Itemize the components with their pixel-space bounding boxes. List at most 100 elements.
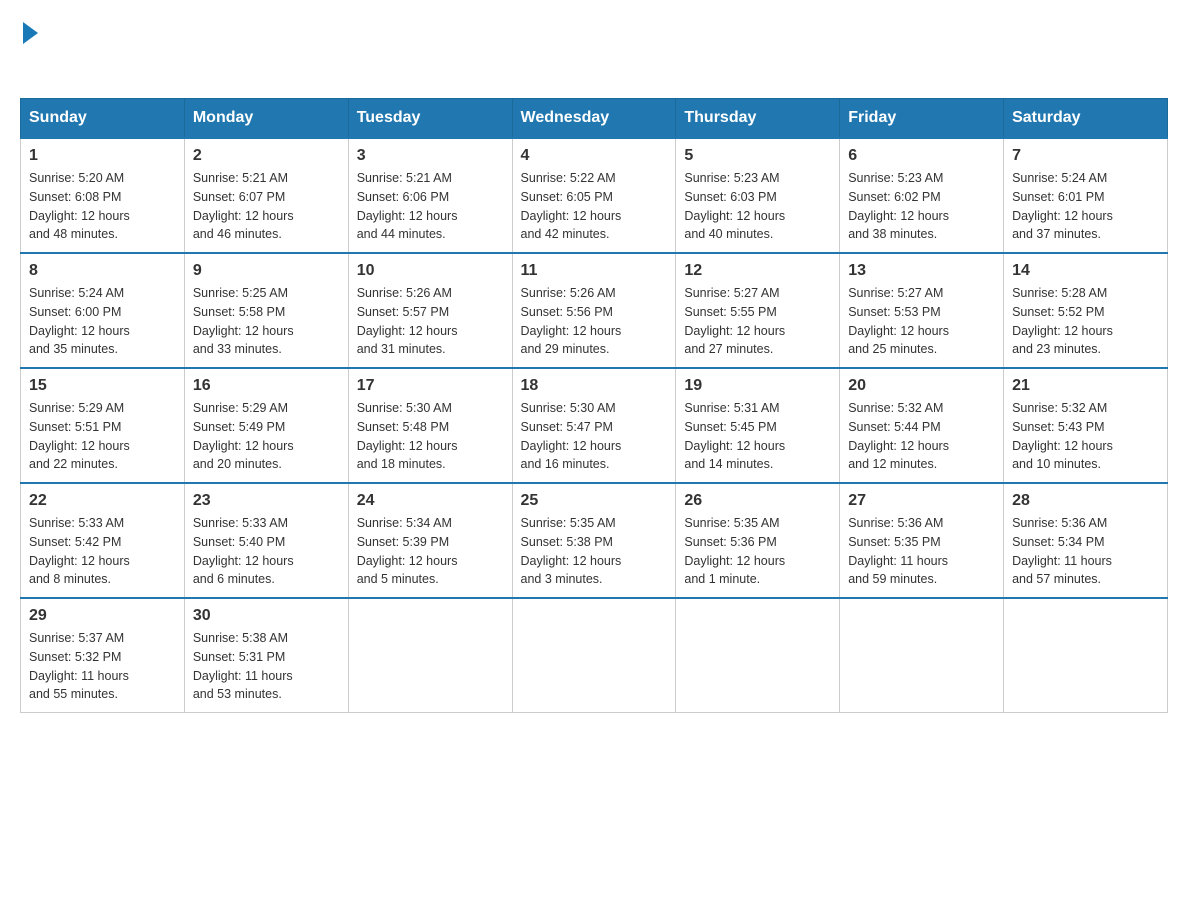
day-number: 22 — [29, 492, 176, 510]
day-number: 7 — [1012, 147, 1159, 165]
calendar-cell: 3 Sunrise: 5:21 AMSunset: 6:06 PMDaylight… — [348, 138, 512, 253]
day-info: Sunrise: 5:38 AMSunset: 5:31 PMDaylight:… — [193, 629, 340, 704]
calendar-cell: 2 Sunrise: 5:21 AMSunset: 6:07 PMDaylight… — [184, 138, 348, 253]
day-number: 26 — [684, 492, 831, 510]
day-number: 16 — [193, 377, 340, 395]
day-number: 4 — [521, 147, 668, 165]
day-info: Sunrise: 5:32 AMSunset: 5:43 PMDaylight:… — [1012, 399, 1159, 474]
calendar-cell: 17 Sunrise: 5:30 AMSunset: 5:48 PMDayligh… — [348, 368, 512, 483]
day-info: Sunrise: 5:31 AMSunset: 5:45 PMDaylight:… — [684, 399, 831, 474]
calendar-cell: 24 Sunrise: 5:34 AMSunset: 5:39 PMDayligh… — [348, 483, 512, 598]
day-number: 3 — [357, 147, 504, 165]
day-number: 11 — [521, 262, 668, 280]
day-info: Sunrise: 5:37 AMSunset: 5:32 PMDaylight:… — [29, 629, 176, 704]
day-info: Sunrise: 5:33 AMSunset: 5:40 PMDaylight:… — [193, 514, 340, 589]
calendar-cell: 7Sunrise: 5:24 AMSunset: 6:01 PMDaylight… — [1004, 138, 1168, 253]
calendar-week-row: 22 Sunrise: 5:33 AMSunset: 5:42 PMDayligh… — [21, 483, 1168, 598]
day-number: 9 — [193, 262, 340, 280]
column-header-wednesday: Wednesday — [512, 99, 676, 139]
day-info: Sunrise: 5:35 AMSunset: 5:36 PMDaylight:… — [684, 514, 831, 589]
day-number: 17 — [357, 377, 504, 395]
day-number: 29 — [29, 607, 176, 625]
calendar-cell: 20Sunrise: 5:32 AMSunset: 5:44 PMDayligh… — [840, 368, 1004, 483]
calendar-cell: 14Sunrise: 5:28 AMSunset: 5:52 PMDayligh… — [1004, 253, 1168, 368]
day-info: Sunrise: 5:33 AMSunset: 5:42 PMDaylight:… — [29, 514, 176, 589]
calendar-week-row: 29 Sunrise: 5:37 AMSunset: 5:32 PMDayligh… — [21, 598, 1168, 713]
day-number: 15 — [29, 377, 176, 395]
day-info: Sunrise: 5:30 AMSunset: 5:48 PMDaylight:… — [357, 399, 504, 474]
calendar-week-row: 8 Sunrise: 5:24 AMSunset: 6:00 PMDaylight… — [21, 253, 1168, 368]
day-info: Sunrise: 5:36 AMSunset: 5:34 PMDaylight:… — [1012, 514, 1159, 589]
day-info: Sunrise: 5:23 AMSunset: 6:03 PMDaylight:… — [684, 169, 831, 244]
calendar-cell: 28 Sunrise: 5:36 AMSunset: 5:34 PMDayligh… — [1004, 483, 1168, 598]
day-info: Sunrise: 5:29 AMSunset: 5:49 PMDaylight:… — [193, 399, 340, 474]
calendar-cell: 12 Sunrise: 5:27 AMSunset: 5:55 PMDayligh… — [676, 253, 840, 368]
calendar-cell: 16 Sunrise: 5:29 AMSunset: 5:49 PMDayligh… — [184, 368, 348, 483]
day-number: 23 — [193, 492, 340, 510]
page-header — [20, 20, 1168, 78]
calendar-cell: 6 Sunrise: 5:23 AMSunset: 6:02 PMDaylight… — [840, 138, 1004, 253]
day-info: Sunrise: 5:25 AMSunset: 5:58 PMDaylight:… — [193, 284, 340, 359]
day-info: Sunrise: 5:24 AMSunset: 6:00 PMDaylight:… — [29, 284, 176, 359]
calendar-cell: 22 Sunrise: 5:33 AMSunset: 5:42 PMDayligh… — [21, 483, 185, 598]
calendar-cell: 4 Sunrise: 5:22 AMSunset: 6:05 PMDaylight… — [512, 138, 676, 253]
calendar-cell: 15 Sunrise: 5:29 AMSunset: 5:51 PMDayligh… — [21, 368, 185, 483]
calendar-cell: 13Sunrise: 5:27 AMSunset: 5:53 PMDayligh… — [840, 253, 1004, 368]
calendar-cell: 29 Sunrise: 5:37 AMSunset: 5:32 PMDayligh… — [21, 598, 185, 713]
column-header-monday: Monday — [184, 99, 348, 139]
day-number: 6 — [848, 147, 995, 165]
day-info: Sunrise: 5:30 AMSunset: 5:47 PMDaylight:… — [521, 399, 668, 474]
day-info: Sunrise: 5:21 AMSunset: 6:06 PMDaylight:… — [357, 169, 504, 244]
day-number: 25 — [521, 492, 668, 510]
column-header-thursday: Thursday — [676, 99, 840, 139]
calendar-header-row: SundayMondayTuesdayWednesdayThursdayFrid… — [21, 99, 1168, 139]
day-info: Sunrise: 5:20 AMSunset: 6:08 PMDaylight:… — [29, 169, 176, 244]
day-number: 28 — [1012, 492, 1159, 510]
logo-arrow-icon — [23, 22, 38, 44]
calendar-week-row: 15 Sunrise: 5:29 AMSunset: 5:51 PMDayligh… — [21, 368, 1168, 483]
day-info: Sunrise: 5:27 AMSunset: 5:53 PMDaylight:… — [848, 284, 995, 359]
day-number: 8 — [29, 262, 176, 280]
calendar-cell: 26 Sunrise: 5:35 AMSunset: 5:36 PMDayligh… — [676, 483, 840, 598]
column-header-tuesday: Tuesday — [348, 99, 512, 139]
calendar-cell — [840, 598, 1004, 713]
column-header-saturday: Saturday — [1004, 99, 1168, 139]
day-info: Sunrise: 5:22 AMSunset: 6:05 PMDaylight:… — [521, 169, 668, 244]
calendar-cell: 5 Sunrise: 5:23 AMSunset: 6:03 PMDaylight… — [676, 138, 840, 253]
calendar-cell: 11 Sunrise: 5:26 AMSunset: 5:56 PMDayligh… — [512, 253, 676, 368]
calendar-cell: 30 Sunrise: 5:38 AMSunset: 5:31 PMDayligh… — [184, 598, 348, 713]
day-info: Sunrise: 5:26 AMSunset: 5:57 PMDaylight:… — [357, 284, 504, 359]
day-info: Sunrise: 5:29 AMSunset: 5:51 PMDaylight:… — [29, 399, 176, 474]
day-info: Sunrise: 5:23 AMSunset: 6:02 PMDaylight:… — [848, 169, 995, 244]
day-info: Sunrise: 5:32 AMSunset: 5:44 PMDaylight:… — [848, 399, 995, 474]
day-info: Sunrise: 5:34 AMSunset: 5:39 PMDaylight:… — [357, 514, 504, 589]
calendar-cell: 9 Sunrise: 5:25 AMSunset: 5:58 PMDaylight… — [184, 253, 348, 368]
calendar-cell: 8 Sunrise: 5:24 AMSunset: 6:00 PMDaylight… — [21, 253, 185, 368]
day-number: 10 — [357, 262, 504, 280]
calendar-cell: 1 Sunrise: 5:20 AMSunset: 6:08 PMDaylight… — [21, 138, 185, 253]
column-header-sunday: Sunday — [21, 99, 185, 139]
calendar-cell — [348, 598, 512, 713]
day-number: 12 — [684, 262, 831, 280]
day-number: 19 — [684, 377, 831, 395]
day-number: 24 — [357, 492, 504, 510]
calendar-cell — [676, 598, 840, 713]
calendar-cell: 10 Sunrise: 5:26 AMSunset: 5:57 PMDayligh… — [348, 253, 512, 368]
day-info: Sunrise: 5:28 AMSunset: 5:52 PMDaylight:… — [1012, 284, 1159, 359]
day-number: 27 — [848, 492, 995, 510]
day-info: Sunrise: 5:27 AMSunset: 5:55 PMDaylight:… — [684, 284, 831, 359]
calendar-cell: 27 Sunrise: 5:36 AMSunset: 5:35 PMDayligh… — [840, 483, 1004, 598]
calendar-cell: 25Sunrise: 5:35 AMSunset: 5:38 PMDayligh… — [512, 483, 676, 598]
day-number: 30 — [193, 607, 340, 625]
calendar-cell: 23 Sunrise: 5:33 AMSunset: 5:40 PMDayligh… — [184, 483, 348, 598]
day-number: 2 — [193, 147, 340, 165]
logo — [20, 20, 38, 78]
calendar-cell — [512, 598, 676, 713]
day-info: Sunrise: 5:21 AMSunset: 6:07 PMDaylight:… — [193, 169, 340, 244]
day-number: 21 — [1012, 377, 1159, 395]
day-info: Sunrise: 5:26 AMSunset: 5:56 PMDaylight:… — [521, 284, 668, 359]
day-info: Sunrise: 5:36 AMSunset: 5:35 PMDaylight:… — [848, 514, 995, 589]
day-number: 1 — [29, 147, 176, 165]
day-number: 18 — [521, 377, 668, 395]
day-number: 5 — [684, 147, 831, 165]
